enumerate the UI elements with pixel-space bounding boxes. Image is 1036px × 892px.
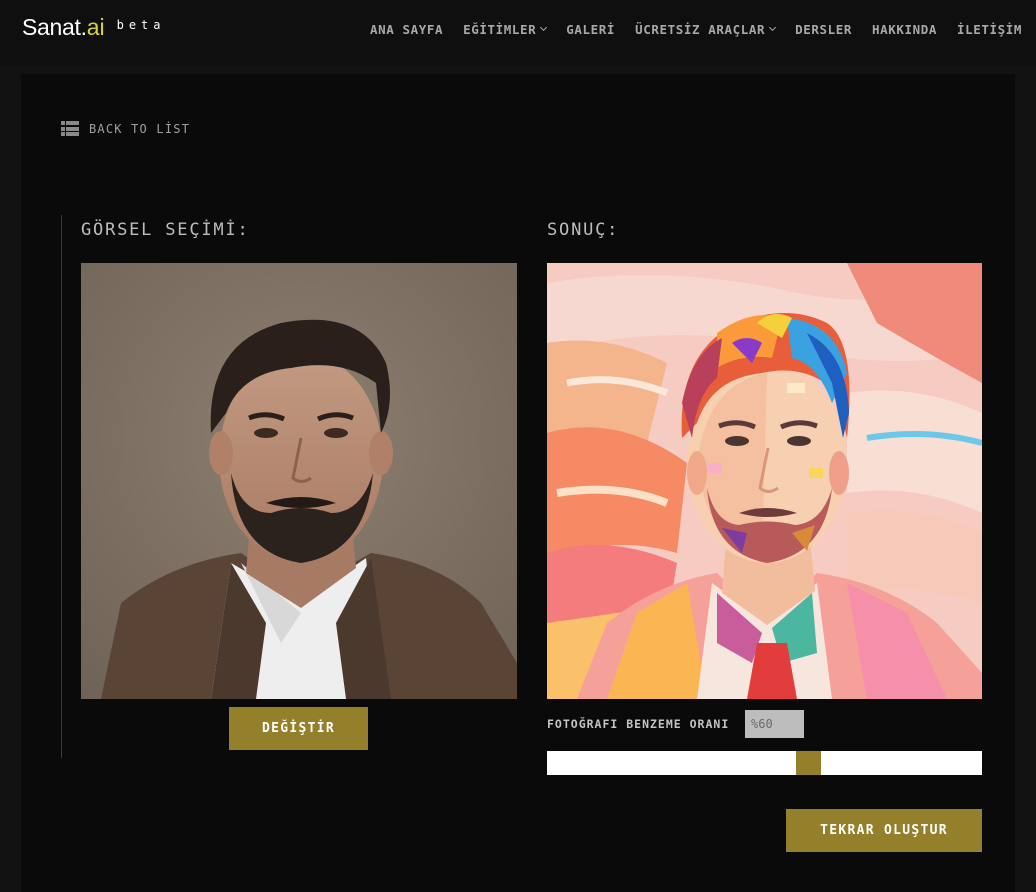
- nav-label: GALERİ: [566, 22, 616, 37]
- similarity-slider[interactable]: [547, 751, 982, 775]
- painted-portrait-illustration: [547, 263, 982, 699]
- chevron-down-icon: [540, 23, 548, 32]
- back-to-list-label: BACK TO LİST: [89, 121, 191, 136]
- logo-suffix: ai: [86, 14, 105, 40]
- main-panel: BACK TO LİST GÖRSEL SEÇİMİ: SONUÇ: DEĞİŞ…: [21, 74, 1015, 892]
- similarity-input[interactable]: [745, 710, 804, 738]
- nav-label: EĞİTİMLER: [463, 22, 537, 37]
- regenerate-button[interactable]: TEKRAR OLUŞTUR: [786, 809, 982, 852]
- nav-item-trainings[interactable]: EĞİTİMLER: [463, 22, 548, 37]
- left-divider: [61, 215, 62, 758]
- nav-label: İLETİŞİM: [956, 22, 1022, 37]
- nav-label: ANA SAYFA: [370, 22, 444, 37]
- top-header: Sanat. ai beta ANA SAYFA EĞİTİMLER GALERİ…: [0, 0, 1036, 66]
- logo[interactable]: Sanat. ai beta: [22, 14, 166, 41]
- similarity-label: FOTOĞRAFI BENZEME ORANI: [547, 717, 730, 731]
- source-image: [81, 263, 517, 699]
- nav-item-free-tools[interactable]: ÜCRETSİZ ARAÇLAR: [635, 22, 777, 37]
- nav-label: ÜCRETSİZ ARAÇLAR: [635, 22, 766, 37]
- nav-label: DERSLER: [795, 22, 852, 37]
- portrait-photo-illustration: [81, 263, 517, 699]
- back-to-list-link[interactable]: BACK TO LİST: [61, 121, 190, 136]
- change-image-button[interactable]: DEĞİŞTİR: [229, 707, 368, 750]
- nav-item-contact[interactable]: İLETİŞİM: [957, 22, 1022, 37]
- image-selection-title: GÖRSEL SEÇİMİ:: [81, 220, 250, 240]
- list-icon: [61, 121, 79, 136]
- logo-text: Sanat.: [22, 14, 87, 40]
- result-title: SONUÇ:: [547, 220, 620, 240]
- main-nav: ANA SAYFA EĞİTİMLER GALERİ ÜCRETSİZ ARAÇ…: [350, 22, 1022, 37]
- nav-item-lessons[interactable]: DERSLER: [795, 22, 852, 37]
- chevron-down-icon: [769, 23, 777, 32]
- beta-badge: beta: [116, 18, 166, 32]
- nav-item-home[interactable]: ANA SAYFA: [370, 22, 443, 37]
- result-image: [547, 263, 982, 699]
- nav-label: HAKKINDA: [871, 22, 937, 37]
- slider-thumb[interactable]: [796, 751, 821, 775]
- nav-item-gallery[interactable]: GALERİ: [566, 22, 615, 37]
- nav-item-about[interactable]: HAKKINDA: [872, 22, 937, 37]
